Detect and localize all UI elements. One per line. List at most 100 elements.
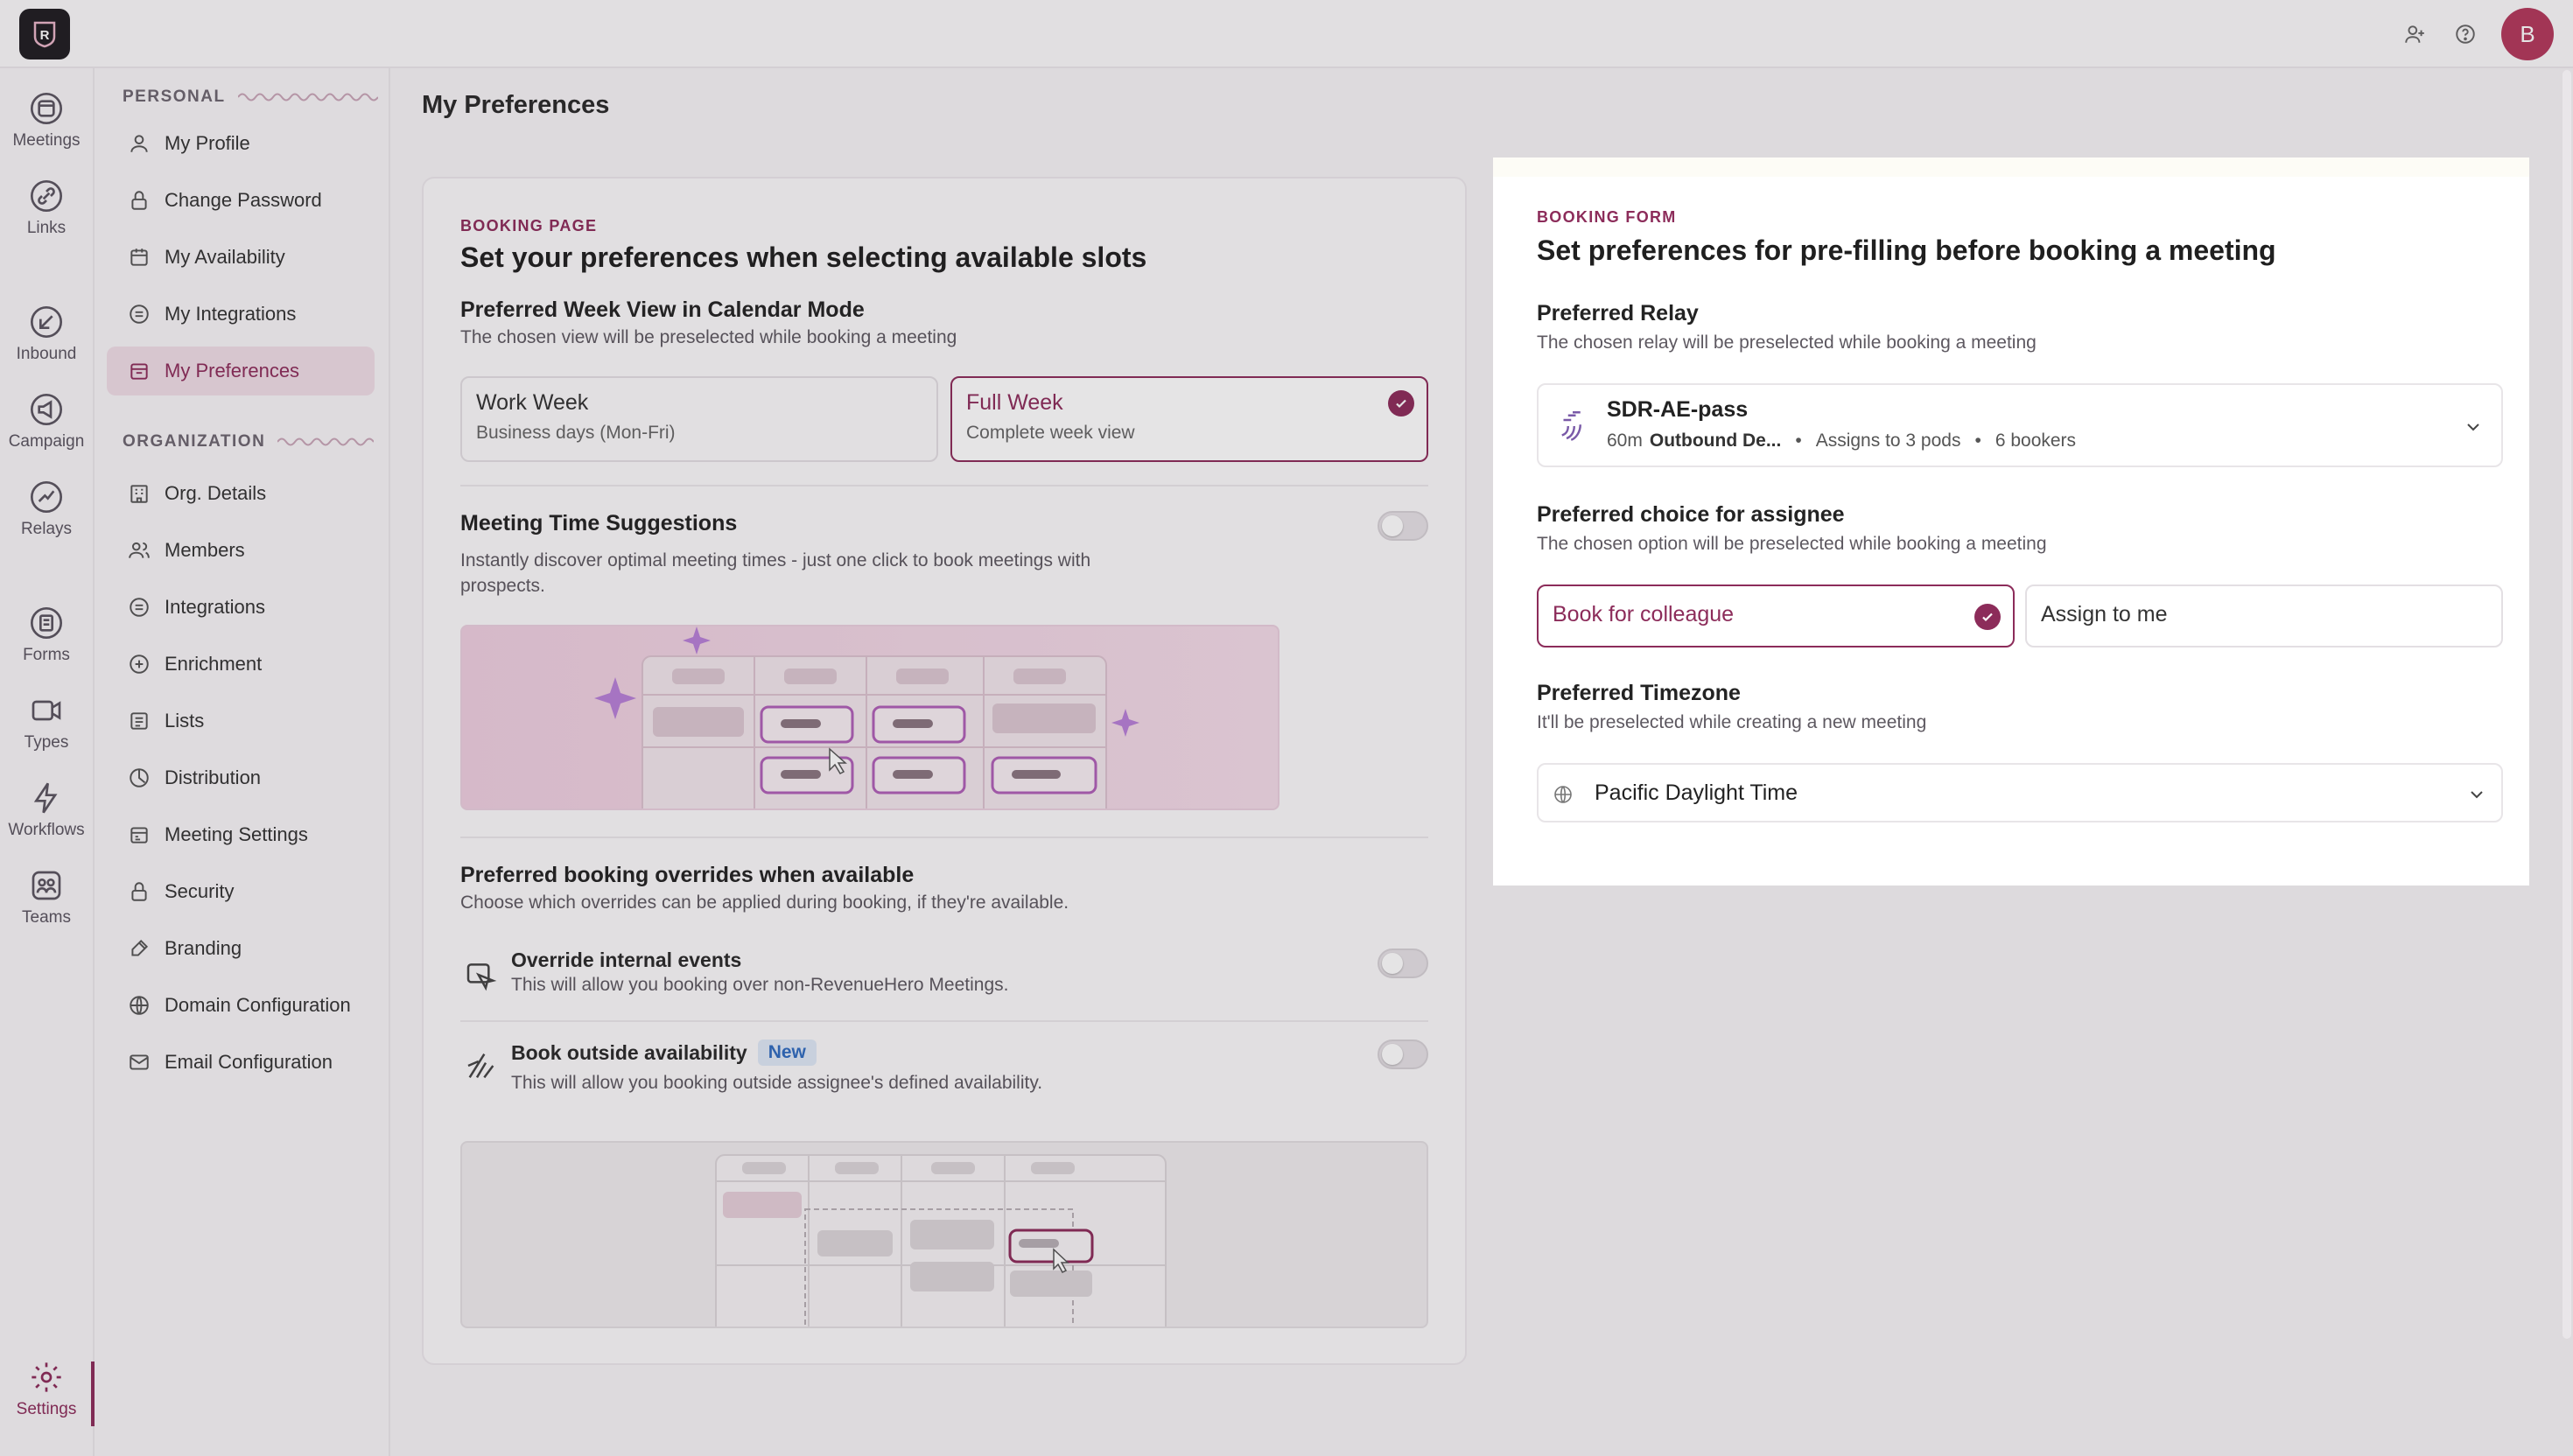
booking-form-panel: BOOKING FORM Set preferences for pre-fil… xyxy=(1493,158,2529,886)
override-outside-toggle[interactable] xyxy=(1378,1040,1428,1069)
relay-type: Outbound De... xyxy=(1649,430,1782,451)
building-icon xyxy=(130,485,148,503)
rail-label: Workflows xyxy=(8,821,85,839)
help-icon[interactable] xyxy=(2450,19,2480,49)
divider xyxy=(460,485,1428,486)
sidebar-item-label: Change Password xyxy=(165,189,322,211)
rail-campaign[interactable]: Campaign xyxy=(0,392,93,452)
sidebar-item-label: Integrations xyxy=(165,596,265,618)
rail-teams[interactable]: Teams xyxy=(0,868,93,928)
assign-to-me-option[interactable]: Assign to me xyxy=(2025,584,2503,648)
book-for-colleague-option[interactable]: Book for colleague xyxy=(1537,584,2015,648)
suggestions-toggle[interactable] xyxy=(1378,511,1428,541)
enrichment-icon xyxy=(130,654,149,674)
relay-select[interactable]: SDR-AE-pass 60m Outbound De... • Assigns… xyxy=(1537,383,2503,467)
sidebar-item-label: Meeting Settings xyxy=(165,823,308,845)
section-organization: ORGANIZATION xyxy=(123,432,375,452)
rail-meetings[interactable]: Meetings xyxy=(0,91,93,150)
sidebar-item-domain-configuration[interactable]: Domain Configuration xyxy=(107,981,375,1030)
rail-label: Relays xyxy=(20,520,73,538)
calendar-icon xyxy=(130,248,148,266)
rail-label: Meetings xyxy=(12,131,81,150)
sidebar-item-branding[interactable]: Branding xyxy=(107,924,375,973)
work-week-option[interactable]: Work Week Business days (Mon-Fri) xyxy=(460,376,938,462)
teams-icon xyxy=(32,871,61,900)
rail-inbound[interactable]: Inbound xyxy=(0,304,93,364)
suggestions-title: Meeting Time Suggestions xyxy=(460,511,738,536)
option-desc: Complete week view xyxy=(966,423,1135,443)
section-kicker: BOOKING PAGE xyxy=(460,217,598,234)
week-view-title: Preferred Week View in Calendar Mode xyxy=(460,298,865,322)
rail-label: Forms xyxy=(23,646,70,664)
preferences-icon xyxy=(130,363,148,380)
section-heading: ORGANIZATION xyxy=(123,432,266,451)
sidebar-item-enrichment[interactable]: Enrichment xyxy=(107,640,375,689)
section-title: Set your preferences when selecting avai… xyxy=(460,242,1147,273)
new-badge: New xyxy=(757,1040,817,1066)
sidebar-item-email-configuration[interactable]: Email Configuration xyxy=(107,1038,375,1087)
sidebar-item-lists[interactable]: Lists xyxy=(107,696,375,746)
rail-links[interactable]: Links xyxy=(0,178,93,238)
relay-subtitle: The chosen relay will be preselected whi… xyxy=(1537,332,2037,353)
add-user-icon[interactable] xyxy=(2400,19,2429,49)
calendar-icon xyxy=(31,93,62,124)
sidebar-item-my-preferences[interactable]: My Preferences xyxy=(107,346,375,396)
rail-workflows[interactable]: Workflows xyxy=(0,780,93,840)
chevron-down-icon xyxy=(2467,424,2479,431)
override-internal-title: Override internal events xyxy=(511,948,742,971)
sidebar-item-label: Enrichment xyxy=(165,653,263,675)
bullet-separator: • xyxy=(1795,430,1802,451)
outside-availability-illustration xyxy=(460,1141,1428,1328)
relay-duration: 60m xyxy=(1607,430,1643,451)
sidebar-item-label: Branding xyxy=(165,937,242,959)
sidebar-item-label: Members xyxy=(165,539,245,561)
sidebar-item-label: My Preferences xyxy=(165,360,300,382)
sidebar-item-integrations[interactable]: Integrations xyxy=(107,583,375,632)
relay-name: SDR-AE-pass xyxy=(1607,397,1749,422)
overrides-title: Preferred booking overrides when availab… xyxy=(460,863,915,887)
page-scrollbar[interactable] xyxy=(2562,70,2571,1339)
section-kicker: BOOKING FORM xyxy=(1537,208,1677,226)
sidebar-item-distribution[interactable]: Distribution xyxy=(107,753,375,802)
override-outside-title: Book outside availability xyxy=(511,1040,747,1064)
page-title: My Preferences xyxy=(422,91,610,119)
sidebar-item-meeting-settings[interactable]: Meeting Settings xyxy=(107,810,375,859)
option-title: Full Week xyxy=(966,390,1063,415)
sidebar-item-security[interactable]: Security xyxy=(107,867,375,916)
app-logo[interactable]: R xyxy=(19,9,70,60)
rail-label: Teams xyxy=(22,908,71,927)
sidebar-item-my-integrations[interactable]: My Integrations xyxy=(107,290,375,339)
relay-icon xyxy=(31,481,62,513)
sidebar-item-label: My Availability xyxy=(165,246,285,268)
rail-label: Links xyxy=(26,219,67,237)
sidebar-item-my-profile[interactable]: My Profile xyxy=(107,119,375,168)
relay-meta: 60m Outbound De... • Assigns to 3 pods •… xyxy=(1607,430,2076,452)
sidebar-item-label: Org. Details xyxy=(165,482,267,504)
option-title: Work Week xyxy=(476,390,589,415)
sidebar-item-org-details[interactable]: Org. Details xyxy=(107,469,375,518)
check-icon xyxy=(1388,390,1414,416)
week-view-subtitle: The chosen view will be preselected whil… xyxy=(460,327,957,347)
logo-icon: R xyxy=(33,21,56,48)
rail-settings[interactable]: Settings xyxy=(0,1360,93,1419)
relay-pods: Assigns to 3 pods xyxy=(1815,430,1961,451)
section-title: Set preferences for pre-filling before b… xyxy=(1537,234,2276,266)
full-week-option[interactable]: Full Week Complete week view xyxy=(950,376,1428,462)
sidebar-item-label: Lists xyxy=(165,710,205,732)
sidebar-item-members[interactable]: Members xyxy=(107,526,375,575)
timezone-select[interactable]: Pacific Daylight Time xyxy=(1537,763,2503,822)
user-avatar[interactable]: B xyxy=(2501,8,2554,60)
link-icon xyxy=(31,180,62,212)
sidebar-item-change-password[interactable]: Change Password xyxy=(107,176,375,225)
relay-bookers: 6 bookers xyxy=(1995,430,2077,451)
mail-icon xyxy=(130,1054,149,1070)
timezone-value: Pacific Daylight Time xyxy=(1595,780,1798,805)
override-outside-title-row: Book outside availability New xyxy=(511,1040,817,1066)
form-icon xyxy=(31,607,62,639)
rail-forms[interactable]: Forms xyxy=(0,606,93,665)
sidebar-item-my-availability[interactable]: My Availability xyxy=(107,233,375,282)
rail-relays[interactable]: Relays xyxy=(0,480,93,539)
rail-types[interactable]: Types xyxy=(0,693,93,752)
chevron-down-icon xyxy=(2471,791,2483,799)
override-internal-toggle[interactable] xyxy=(1378,948,1428,978)
